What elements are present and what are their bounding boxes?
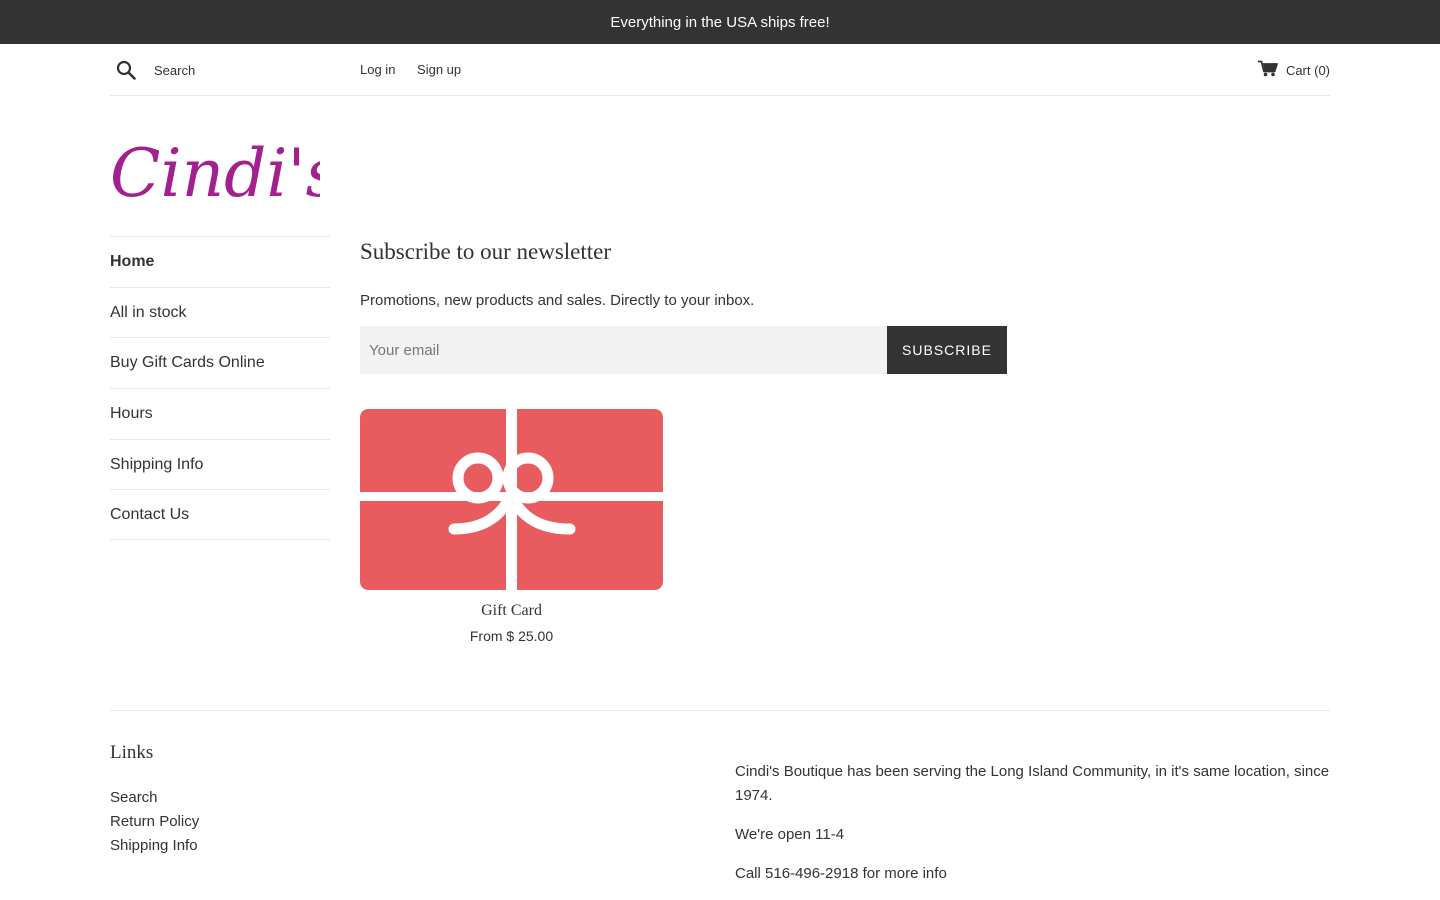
footer-divider	[110, 710, 1330, 711]
logo-text: Cindi's	[110, 135, 320, 208]
announcement-bar: Everything in the USA ships free!	[0, 0, 1440, 44]
footer-links-section: Links Search Return Policy Shipping Info	[110, 742, 410, 858]
product-title[interactable]: Gift Card	[360, 602, 663, 620]
search-input[interactable]	[142, 58, 332, 82]
product-card-gift-card[interactable]: Gift Card From $ 25.00	[360, 409, 663, 644]
sidebar-nav: Home All in stock Buy Gift Cards Online …	[110, 236, 330, 541]
sidebar-item-shipping-info[interactable]: Shipping Info	[110, 438, 330, 490]
top-bar: Log in Sign up Cart (0)	[110, 44, 1330, 96]
footer-about: Cindi's Boutique has been serving the Lo…	[735, 760, 1335, 900]
cart-icon	[1257, 60, 1278, 80]
newsletter-description: Promotions, new products and sales. Dire…	[360, 292, 755, 309]
newsletter-form: SUBSCRIBE	[360, 326, 1010, 374]
footer-link-shipping-info[interactable]: Shipping Info	[110, 834, 410, 858]
sidebar-item-contact-us[interactable]: Contact Us	[110, 489, 330, 541]
sidebar-item-buy-gift-cards[interactable]: Buy Gift Cards Online	[110, 337, 330, 388]
gift-card-image[interactable]	[360, 409, 663, 590]
email-input[interactable]	[360, 326, 887, 374]
newsletter-title: Subscribe to our newsletter	[360, 239, 612, 264]
footer-about-phone: Call 516-496-2918 for more info	[735, 865, 947, 882]
sidebar-item-hours[interactable]: Hours	[110, 388, 330, 439]
footer-link-search[interactable]: Search	[110, 786, 410, 810]
login-link[interactable]: Log in	[360, 62, 395, 77]
sidebar-item-home[interactable]: Home	[110, 236, 330, 287]
search-icon[interactable]	[110, 58, 142, 82]
footer-link-return-policy[interactable]: Return Policy	[110, 810, 410, 834]
account-links: Log in Sign up	[360, 62, 479, 77]
sidebar-item-all-in-stock[interactable]: All in stock	[110, 286, 330, 338]
search-form	[110, 58, 332, 82]
announcement-text: Everything in the USA ships free!	[610, 13, 830, 31]
product-price: From $ 25.00	[469, 628, 554, 644]
footer-links-heading: Links	[110, 742, 154, 763]
cart-label: Cart (0)	[1285, 62, 1330, 78]
footer-link-list: Search Return Policy Shipping Info	[110, 786, 410, 858]
cart-link[interactable]: Cart (0)	[1257, 60, 1330, 80]
signup-link[interactable]: Sign up	[417, 62, 461, 77]
subscribe-button[interactable]: SUBSCRIBE	[887, 326, 1007, 374]
footer-about-history: Cindi's Boutique has been serving the Lo…	[735, 763, 1330, 804]
store-logo[interactable]: Cindi's	[110, 118, 340, 212]
footer-about-hours: We're open 11-4	[735, 826, 845, 843]
newsletter-section: Subscribe to our newsletter Promotions, …	[360, 236, 1010, 374]
